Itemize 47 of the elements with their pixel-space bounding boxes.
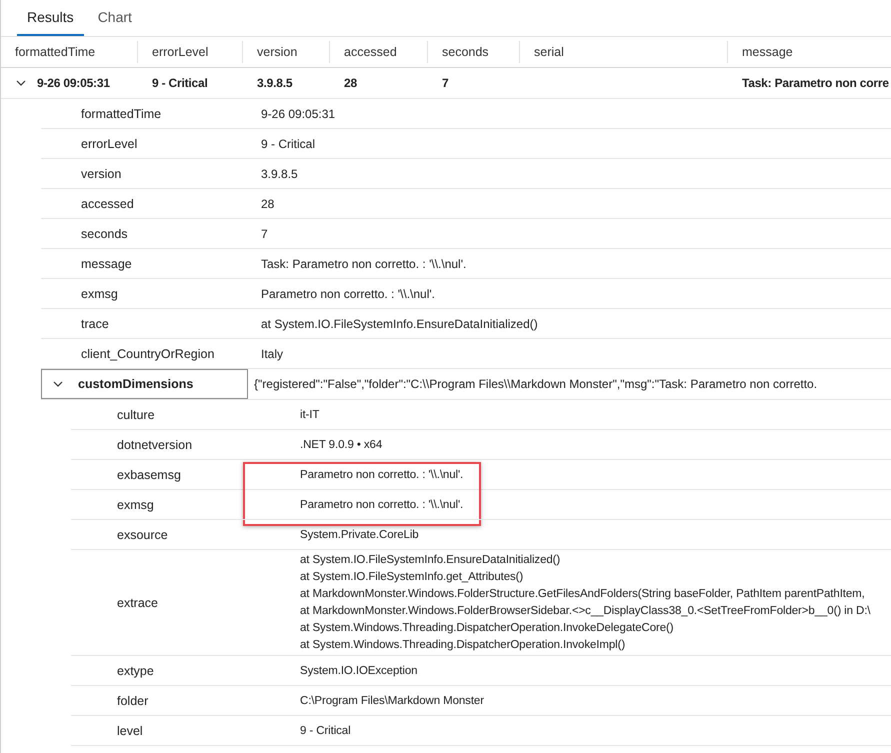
- field-key: culture: [71, 408, 300, 422]
- field-value: Italy: [261, 346, 284, 360]
- table-cell: 9-26 09:05:31: [37, 76, 110, 90]
- field-value: at System.IO.FileSystemInfo.EnsureDataInitialized(): [261, 316, 538, 330]
- field-key: errorLevel: [41, 136, 261, 150]
- field-value: .NET 9.0.9 • x64: [300, 438, 382, 452]
- field-key: client_CountryOrRegion: [41, 346, 261, 360]
- table-cell: 3.9.8.5: [257, 76, 292, 90]
- field-value: C:\Program Files\Markdown Monster: [300, 694, 484, 708]
- expandable-key[interactable]: customDimensions: [41, 369, 248, 399]
- field-key: extrace: [71, 596, 300, 610]
- field-value: 28: [261, 196, 274, 210]
- field-value: Task: Parametro non corretto. : '\\.\nul'.: [261, 256, 466, 270]
- field-key: accessed: [41, 196, 261, 210]
- field-key: seconds: [41, 226, 261, 240]
- field-value: at System.IO.FileSystemInfo.EnsureDataInitialized() at System.IO.FileSystemInfo.get_Attributes() at MarkdownMonster.Windows.FolderStructure.GetFilesAndFolders(String baseFolder, PathItem parentPathItem, at MarkdownMonster.Windows.FolderBrowserSidebar.<>c__DisplayClass38_0.<SetTreeFromFolder>b__0() in D:\ at System.Windows.Threading.DispatcherOperation.InvokeDelegateCore() at System.Windows.Threading.DispatcherOperation.InvokeImpl(): [300, 553, 870, 653]
- field-value: {"registered":"False","folder":"C:\\Program Files\\Markdown Monster","msg":"Task: Parametro non corretto.: [253, 377, 818, 391]
- field-key: exmsg: [41, 286, 261, 300]
- field-key: level: [71, 724, 300, 738]
- table-cell: 7: [442, 76, 448, 90]
- table-cell: 9 - Critical: [152, 76, 208, 90]
- field-value: 9 - Critical: [261, 136, 316, 150]
- field-value: System.IO.IOException: [300, 664, 418, 678]
- field-key: version: [41, 166, 261, 180]
- field-value: Parametro non corretto. : '\\.\nul'.: [300, 468, 464, 482]
- tab[interactable]: Chart: [88, 0, 142, 36]
- field-key: folder: [71, 694, 300, 708]
- tab[interactable]: Results: [17, 0, 84, 36]
- field-key: dotnetversion: [71, 438, 300, 452]
- table-cell: 28: [344, 76, 357, 90]
- field-value: System.Private.CoreLib: [300, 528, 419, 542]
- field-value: 9 - Critical: [300, 724, 351, 738]
- field-value: 3.9.8.5: [261, 166, 298, 180]
- field-key: exsource: [71, 528, 300, 542]
- field-key: message: [41, 256, 261, 270]
- field-value: Parametro non corretto. : '\\.\nul'.: [300, 498, 464, 512]
- field-key: trace: [41, 316, 261, 330]
- field-key: exmsg: [71, 498, 300, 512]
- field-value: 9-26 09:05:31: [261, 106, 336, 120]
- field-key: formattedTime: [41, 106, 261, 120]
- field-value: 7: [261, 226, 268, 240]
- column-header[interactable]: message: [728, 45, 891, 59]
- field-key: extype: [71, 664, 300, 678]
- field-value: it-IT: [300, 408, 320, 422]
- field-key: exbasemsg: [71, 468, 300, 482]
- table-cell: Task: Parametro non corre: [742, 76, 889, 90]
- field-value: Parametro non corretto. : '\\.\nul'.: [261, 286, 435, 300]
